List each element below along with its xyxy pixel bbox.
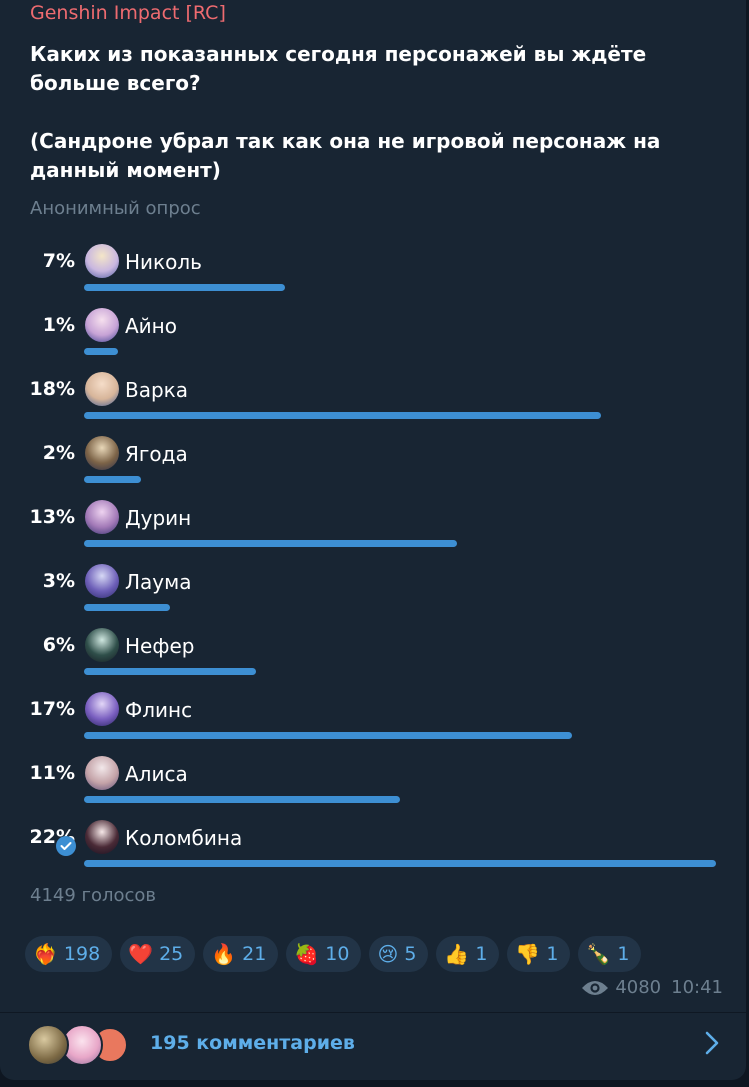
poll-option-percent: 18% [29, 378, 75, 400]
poll-option[interactable]: 2% Ягода [0, 436, 746, 496]
character-avatar-icon [85, 628, 119, 662]
poll-option-bar [84, 732, 572, 739]
character-avatar-icon [85, 564, 119, 598]
poll-option-name: Айно [125, 314, 177, 338]
reaction-button[interactable]: 😢 5 [369, 936, 429, 972]
poll-option-percent: 11% [29, 762, 75, 784]
poll-option[interactable]: 13% Дурин [0, 500, 746, 560]
character-avatar-icon [85, 372, 119, 406]
poll-option-name: Ягода [125, 442, 188, 466]
poll-option-percent: 1% [42, 314, 75, 336]
poll-option-bar [84, 348, 118, 355]
poll-option-bar [84, 668, 256, 675]
poll-option-bar [84, 604, 170, 611]
poll-option[interactable]: 7% Николь [0, 244, 746, 304]
reaction-count: 1 [617, 943, 630, 965]
message-time: 10:41 [671, 977, 723, 998]
thumbs-down-icon: 👎 [515, 942, 541, 966]
poll-option-bar [84, 412, 601, 419]
reaction-count: 1 [546, 943, 559, 965]
poll-option-name: Варка [125, 378, 189, 402]
poll-option[interactable]: 17% Флинс [0, 692, 746, 752]
poll-option-percent: 2% [42, 442, 75, 464]
poll-option-percent: 17% [29, 698, 75, 720]
character-avatar-icon [85, 436, 119, 470]
poll-option[interactable]: 22% Коломбина [0, 820, 746, 880]
poll-question-note: (Сандроне убрал так как она не игровой п… [30, 129, 661, 182]
reaction-button[interactable]: ❤️ 25 [120, 936, 196, 972]
poll-option-name: Флинс [125, 698, 193, 722]
reactions-row: ❤️‍🔥 198 ❤️ 25 🔥 21 🍓 10 😢 5 👍 1 👎 1 🍾 1 [25, 936, 642, 972]
reaction-button[interactable]: 🍾 1 [578, 936, 642, 972]
poll-option[interactable]: 6% Нефер [0, 628, 746, 688]
reaction-button[interactable]: 👎 1 [507, 936, 571, 972]
poll-option-bar [84, 284, 285, 291]
poll-question-line: Каких из показанных сегодня персонажей в… [30, 42, 647, 95]
reaction-count: 21 [242, 943, 267, 965]
character-avatar-icon [85, 308, 119, 342]
eye-icon [582, 980, 609, 995]
strawberry-icon: 🍓 [294, 942, 320, 966]
heart-on-fire-icon: ❤️‍🔥 [33, 942, 58, 966]
check-icon [56, 836, 76, 856]
poll-option-bar [84, 796, 400, 803]
reaction-button[interactable]: 🍓 10 [286, 936, 362, 972]
reaction-count: 5 [404, 943, 417, 965]
poll-option-percent: 7% [42, 250, 75, 272]
views-count: 4080 [615, 977, 662, 998]
message-bubble: Genshin Impact [RC] Каких из показанных … [0, 0, 746, 1080]
poll-option[interactable]: 3% Лаума [0, 564, 746, 624]
total-votes[interactable]: 4149 голосов [30, 885, 156, 906]
character-avatar-icon [85, 820, 119, 854]
character-avatar-icon [85, 756, 119, 790]
comments-button[interactable]: 195 комментариев [0, 1013, 746, 1080]
poll-type-label: Анонимный опрос [30, 198, 201, 219]
comments-count: 195 комментариев [150, 1032, 355, 1054]
poll-option-name: Коломбина [125, 826, 243, 850]
heart-icon: ❤️ [128, 942, 154, 966]
poll-option-percent: 13% [29, 506, 75, 528]
poll-option-percent: 3% [42, 570, 75, 592]
poll-option[interactable]: 18% Варка [0, 372, 746, 432]
poll-option-name: Нефер [125, 634, 195, 658]
poll-option-name: Алиса [125, 762, 188, 786]
poll-option-percent: 6% [42, 634, 75, 656]
views-counter: 4080 [581, 977, 661, 998]
poll-question: Каких из показанных сегодня персонажей в… [30, 40, 730, 185]
reaction-count: 10 [325, 943, 350, 965]
fire-icon: 🔥 [211, 942, 237, 966]
character-avatar-icon [85, 244, 119, 278]
reaction-button[interactable]: ❤️‍🔥 198 [25, 936, 113, 972]
reaction-button[interactable]: 👍 1 [436, 936, 500, 972]
character-avatar-icon [85, 692, 119, 726]
reaction-count: 25 [159, 943, 184, 965]
poll-option-name: Николь [125, 250, 202, 274]
poll-option-bar [84, 540, 457, 547]
chevron-right-icon [705, 1031, 719, 1055]
champagne-icon: 🍾 [586, 942, 612, 966]
reaction-button[interactable]: 🔥 21 [203, 936, 279, 972]
thumbs-up-icon: 👍 [444, 942, 470, 966]
poll-option-bar [84, 476, 141, 483]
poll-option[interactable]: 1% Айно [0, 308, 746, 368]
poll-option[interactable]: 11% Алиса [0, 756, 746, 816]
message-meta: 4080 10:41 [581, 977, 723, 998]
poll-option-name: Лаума [125, 570, 192, 594]
character-avatar-icon [85, 500, 119, 534]
reaction-count: 198 [63, 943, 101, 965]
channel-name[interactable]: Genshin Impact [RC] [30, 2, 226, 24]
commenter-avatar [27, 1024, 69, 1066]
poll-option-bar [84, 860, 716, 867]
reaction-count: 1 [475, 943, 488, 965]
crying-face-icon: 😢 [377, 942, 399, 966]
poll-option-name: Дурин [125, 506, 192, 530]
